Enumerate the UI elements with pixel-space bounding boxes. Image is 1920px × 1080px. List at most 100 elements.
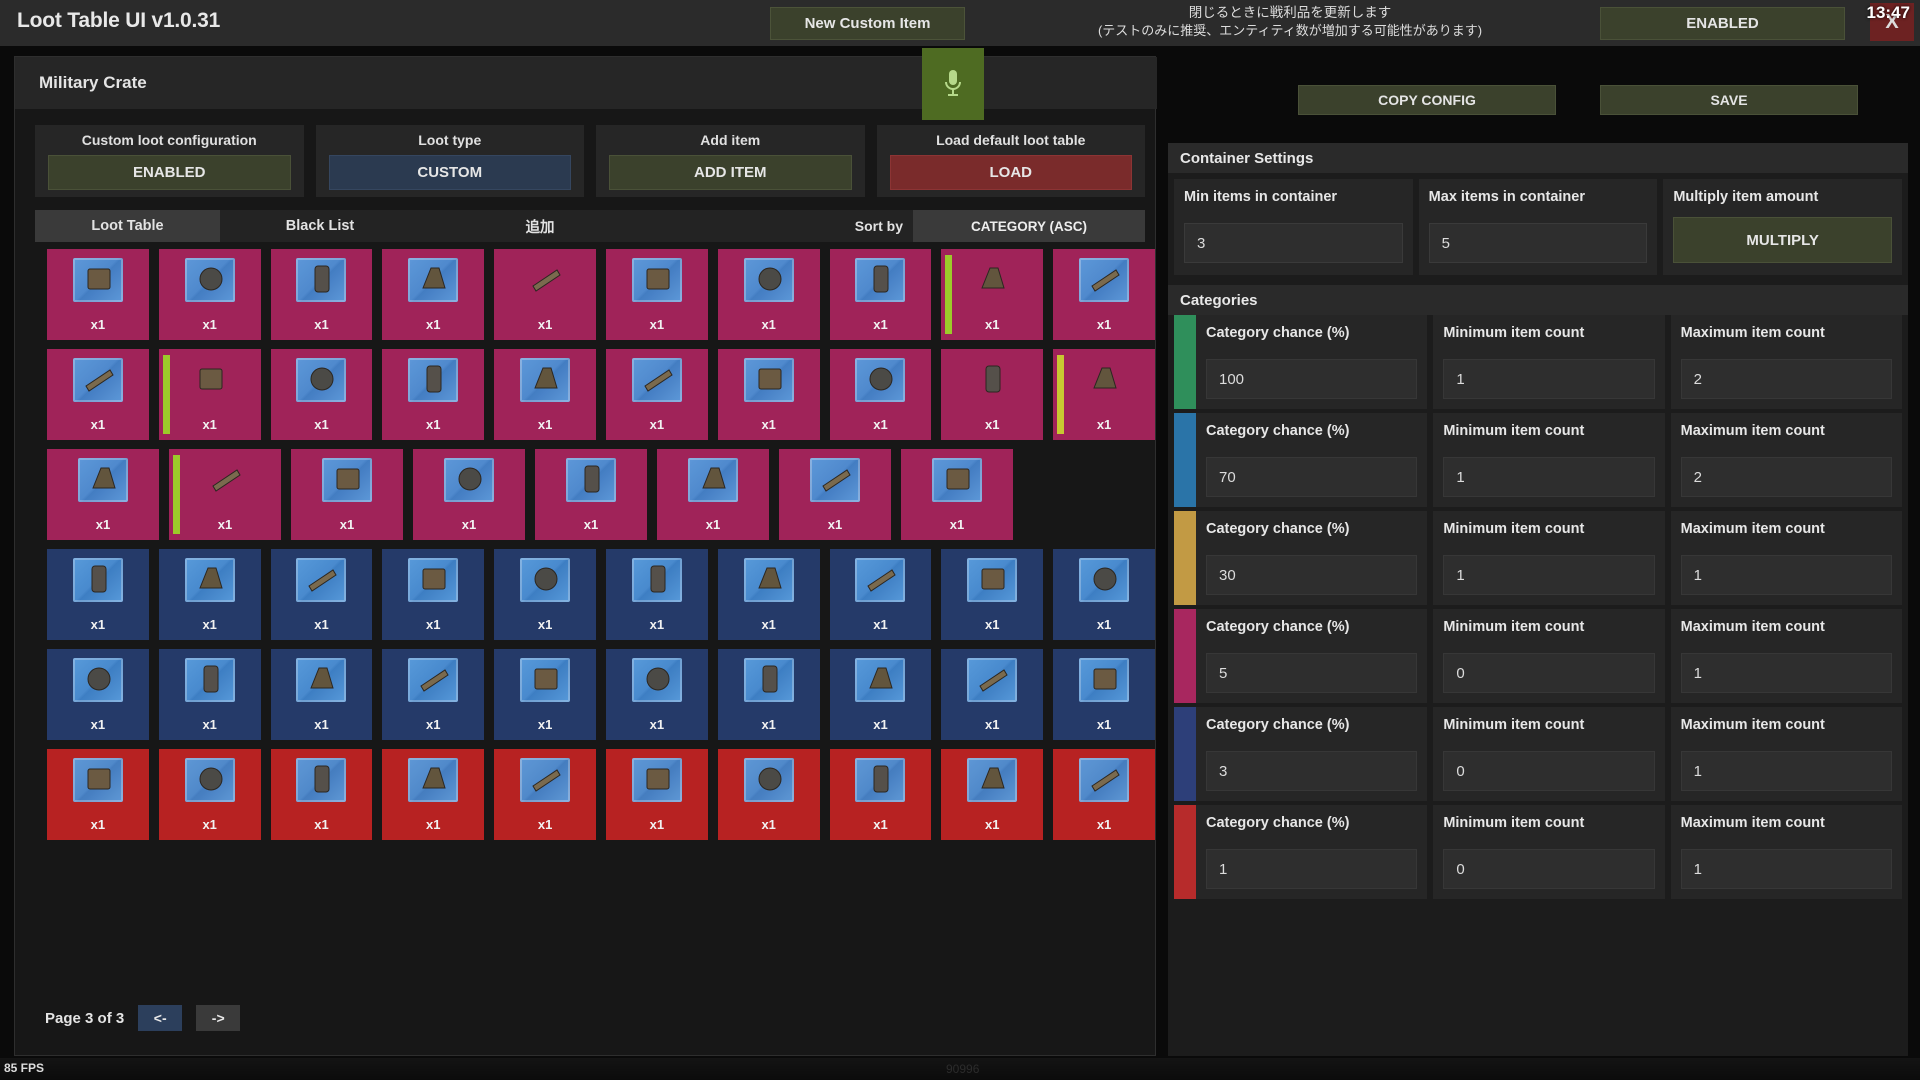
category-min-count-input[interactable]: 0	[1443, 751, 1655, 791]
loot-item-cell[interactable]: x1	[535, 449, 647, 540]
item-grid-row: x1 x1 x1 x1 x1 x1 x1 x1 x1 x1	[47, 349, 1155, 440]
microphone-icon[interactable]	[922, 48, 984, 120]
loot-item-cell[interactable]: x1	[382, 749, 485, 840]
loot-item-cell[interactable]: x1	[941, 249, 1044, 340]
loot-item-cell[interactable]: x1	[47, 249, 149, 340]
loot-item-cell[interactable]: x1	[1053, 549, 1155, 640]
copy-config-button[interactable]: COPY CONFIG	[1298, 85, 1556, 115]
category-min-count-input[interactable]: 0	[1443, 849, 1655, 889]
loot-item-cell[interactable]: x1	[158, 249, 261, 340]
loot-item-cell[interactable]: x1	[829, 349, 932, 440]
loot-item-cell[interactable]: x1	[291, 449, 403, 540]
category-min-count-input[interactable]: 0	[1443, 653, 1655, 693]
sort-by-button[interactable]: CATEGORY (ASC)	[913, 210, 1145, 242]
loot-item-cell[interactable]: x1	[382, 349, 485, 440]
loot-item-cell[interactable]: x1	[1053, 649, 1155, 740]
category-chance-input[interactable]: 3	[1206, 751, 1418, 791]
save-button[interactable]: SAVE	[1600, 85, 1858, 115]
loot-item-cell[interactable]: x1	[270, 249, 373, 340]
loot-item-cell[interactable]: x1	[494, 349, 596, 440]
loot-item-cell[interactable]: x1	[605, 549, 708, 640]
loot-item-cell[interactable]: x1	[494, 249, 596, 340]
loot-item-cell[interactable]: x1	[657, 449, 769, 540]
new-custom-item-button[interactable]: New Custom Item	[770, 7, 965, 40]
loot-item-cell[interactable]: x1	[1053, 249, 1155, 340]
loot-item-cell[interactable]: x1	[158, 749, 261, 840]
loot-item-cell[interactable]: x1	[158, 349, 261, 440]
category-chance-label: Category chance (%)	[1206, 717, 1350, 733]
item-quantity: x1	[202, 617, 217, 632]
add-item-button[interactable]: ADD ITEM	[609, 155, 852, 190]
category-chance-input[interactable]: 70	[1206, 457, 1418, 497]
loot-item-cell[interactable]: x1	[941, 749, 1044, 840]
loot-item-cell[interactable]: x1	[382, 549, 485, 640]
loot-item-cell[interactable]: x1	[494, 749, 596, 840]
load-default-loot-table-button[interactable]: LOAD	[889, 155, 1132, 190]
loot-item-cell[interactable]: x1	[829, 249, 932, 340]
category-min-count-input[interactable]: 1	[1443, 555, 1655, 595]
loot-item-cell[interactable]: x1	[605, 749, 708, 840]
custom-loot-configuration-button[interactable]: ENABLED	[48, 155, 291, 190]
loot-item-cell[interactable]: x1	[158, 649, 261, 740]
update-on-close-toggle[interactable]: ENABLED	[1600, 7, 1845, 40]
thompson-icon	[305, 762, 339, 796]
category-max-count-field: Maximum item count 1	[1670, 511, 1902, 605]
loot-item-cell[interactable]: x1	[941, 549, 1044, 640]
loot-item-cell[interactable]: x1	[829, 649, 932, 740]
loot-item-cell[interactable]: x1	[941, 649, 1044, 740]
loot-item-cell[interactable]: x1	[829, 749, 932, 840]
loot-item-cell[interactable]: x1	[270, 749, 373, 840]
prev-page-button[interactable]: <-	[138, 1005, 183, 1031]
category-min-count-input[interactable]: 1	[1443, 359, 1655, 399]
loot-item-cell[interactable]: x1	[1053, 749, 1155, 840]
tab-loot-table[interactable]: Loot Table	[35, 210, 220, 242]
loot-item-cell[interactable]: x1	[382, 649, 485, 740]
category-min-count-input[interactable]: 1	[1443, 457, 1655, 497]
category-max-count-input[interactable]: 1	[1680, 653, 1892, 693]
loot-item-cell[interactable]: x1	[605, 349, 708, 440]
category-chance-input[interactable]: 30	[1206, 555, 1418, 595]
loot-type-button[interactable]: CUSTOM	[328, 155, 571, 190]
tab-black-list[interactable]: Black List	[220, 210, 420, 242]
loot-item-cell[interactable]: x1	[605, 249, 708, 340]
loot-item-cell[interactable]: x1	[605, 649, 708, 740]
loot-item-cell[interactable]: x1	[717, 349, 820, 440]
category-max-count-input[interactable]: 1	[1680, 849, 1892, 889]
category-min-count-label: Minimum item count	[1443, 619, 1585, 635]
loot-item-cell[interactable]: x1	[169, 449, 281, 540]
category-chance-input[interactable]: 5	[1206, 653, 1418, 693]
loot-item-cell[interactable]: x1	[779, 449, 891, 540]
loot-item-cell[interactable]: x1	[158, 549, 261, 640]
loot-item-cell[interactable]: x1	[717, 649, 820, 740]
loot-item-cell[interactable]: x1	[717, 549, 820, 640]
loot-item-cell[interactable]: x1	[413, 449, 525, 540]
loot-item-cell[interactable]: x1	[941, 349, 1044, 440]
category-max-count-input[interactable]: 1	[1680, 751, 1892, 791]
loot-item-cell[interactable]: x1	[270, 649, 373, 740]
loot-item-cell[interactable]: x1	[717, 749, 820, 840]
category-max-count-input[interactable]: 1	[1680, 555, 1892, 595]
loot-item-cell[interactable]: x1	[47, 749, 149, 840]
loot-item-cell[interactable]: x1	[717, 249, 820, 340]
loot-item-cell[interactable]: x1	[382, 249, 485, 340]
tab-add[interactable]: 追加	[480, 210, 600, 242]
category-chance-input[interactable]: 1	[1206, 849, 1418, 889]
category-max-count-input[interactable]: 2	[1680, 359, 1892, 399]
multiply-button[interactable]: MULTIPLY	[1673, 217, 1893, 263]
loot-item-cell[interactable]: x1	[47, 449, 159, 540]
loot-item-cell[interactable]: x1	[47, 349, 149, 440]
loot-item-cell[interactable]: x1	[270, 349, 373, 440]
loot-item-cell[interactable]: x1	[494, 549, 596, 640]
max-items-input[interactable]: 5	[1428, 223, 1648, 263]
loot-item-cell[interactable]: x1	[47, 549, 149, 640]
loot-item-cell[interactable]: x1	[829, 549, 932, 640]
loot-item-cell[interactable]: x1	[47, 649, 149, 740]
loot-item-cell[interactable]: x1	[901, 449, 1013, 540]
next-page-button[interactable]: ->	[196, 1005, 241, 1031]
loot-item-cell[interactable]: x1	[270, 549, 373, 640]
loot-item-cell[interactable]: x1	[1053, 349, 1155, 440]
category-max-count-input[interactable]: 2	[1680, 457, 1892, 497]
category-chance-input[interactable]: 100	[1206, 359, 1418, 399]
min-items-input[interactable]: 3	[1184, 223, 1403, 263]
loot-item-cell[interactable]: x1	[494, 649, 596, 740]
